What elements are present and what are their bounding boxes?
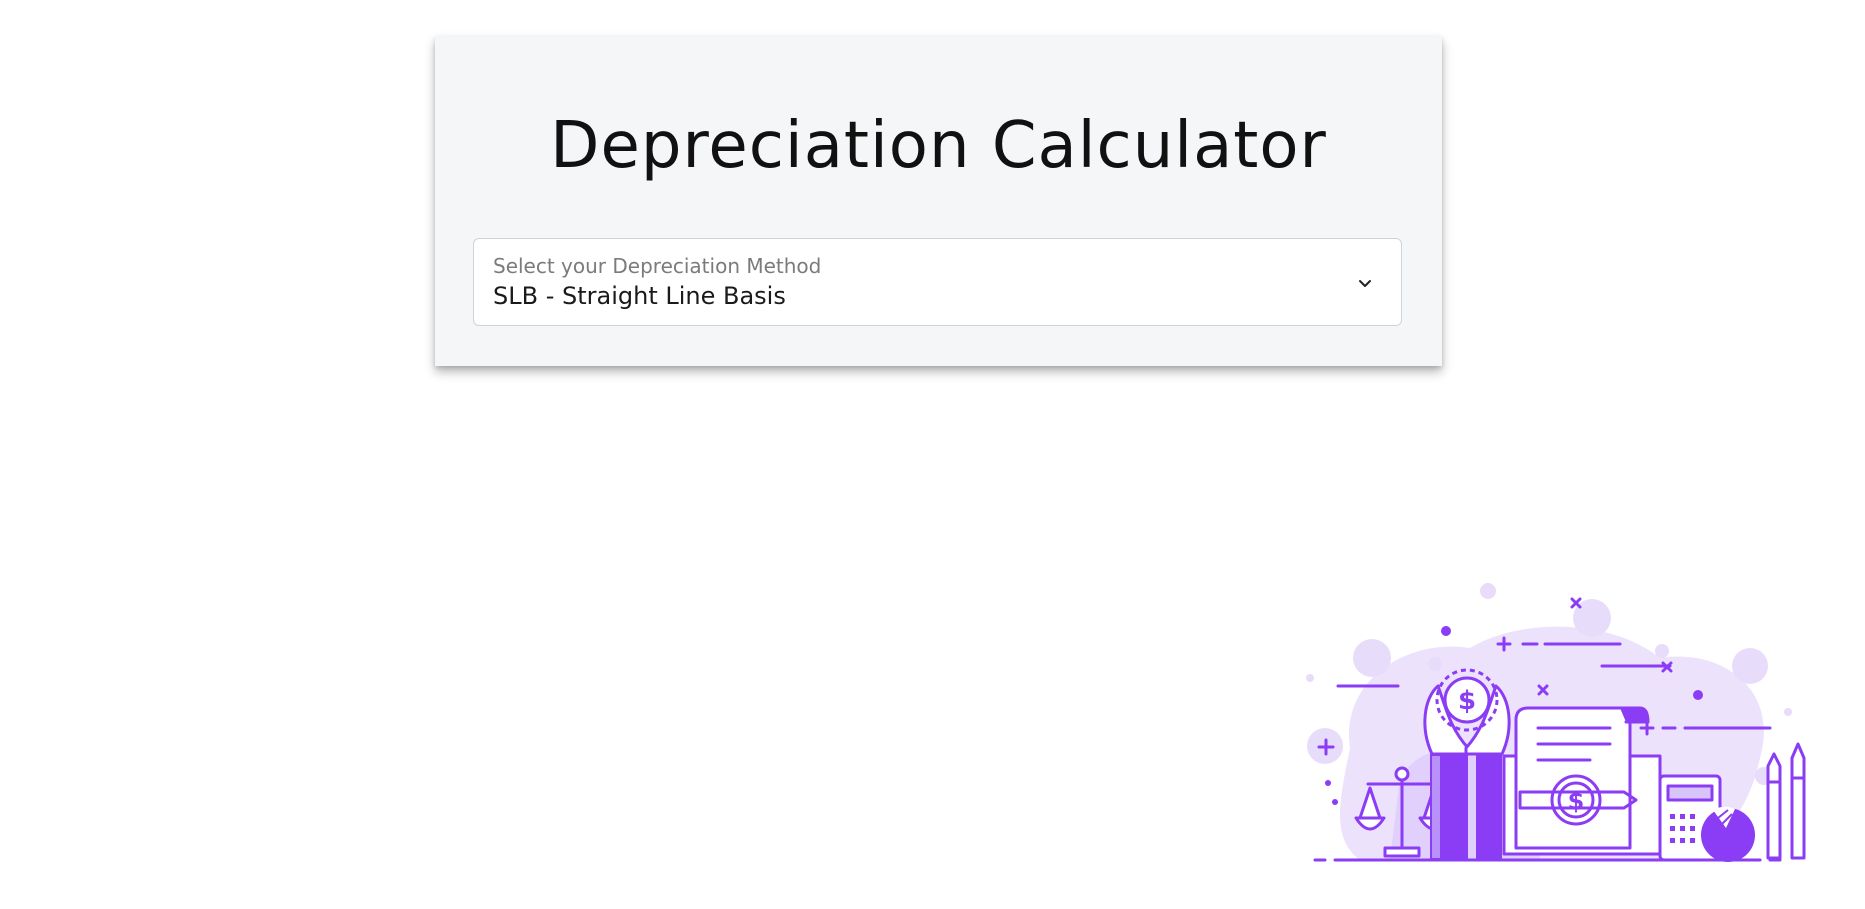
calculator-card: Depreciation Calculator Select your Depr… (435, 36, 1442, 366)
finance-illustration: $ $ (1306, 583, 1806, 862)
page: Depreciation Calculator Select your Depr… (0, 0, 1865, 909)
select-value: SLB - Straight Line Basis (493, 282, 786, 310)
svg-text:$: $ (1458, 686, 1476, 716)
pencil-icons (1766, 742, 1806, 860)
page-title: Depreciation Calculator (550, 109, 1327, 183)
depreciation-method-select[interactable]: Select your Depreciation Method SLB - St… (473, 238, 1402, 326)
money-hands-icon: $ (1423, 668, 1511, 860)
chevron-down-icon (1359, 280, 1371, 287)
select-label: Select your Depreciation Method (493, 254, 822, 278)
svg-text:$: $ (1568, 787, 1585, 815)
